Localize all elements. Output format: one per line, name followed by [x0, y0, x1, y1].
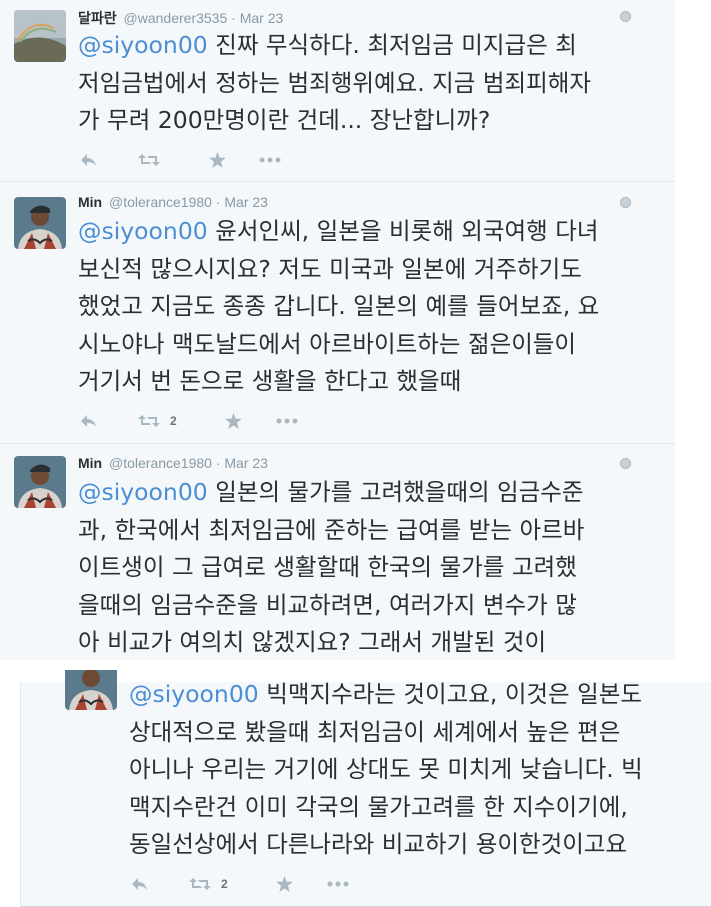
mention-link[interactable]: @siyoon00 — [78, 478, 208, 506]
reply-icon — [81, 154, 96, 166]
avatar[interactable] — [65, 670, 117, 710]
tweet-text-line: 과, 한국에서 최저임금에 준하는 급여를 받는 아르바 — [78, 515, 585, 544]
retweet-button[interactable]: 2 — [138, 414, 225, 428]
display-name[interactable]: Min — [78, 194, 102, 210]
tweet-actions — [80, 149, 281, 171]
tweet-text-line: 아니나 우리는 거기에 상대도 못 미치게 낮습니다. 빅 — [129, 755, 643, 783]
star-icon — [225, 413, 242, 429]
tweet-text-line: 을때의 임금수준을 비교하려면, 여러가지 변수가 많 — [78, 590, 577, 619]
favorite-button[interactable] — [225, 413, 276, 429]
tweet-text-line: 저임금법에서 정하는 범죄행위예요. 지금 범죄피해자 — [78, 68, 591, 97]
tweet-text: @siyoon00 윤서인씨, 일본을 비롯해 외국여행 다녀 보신적 많으시지… — [78, 213, 599, 401]
more-icon — [327, 881, 349, 887]
mention-link[interactable]: @siyoon00 — [78, 217, 208, 245]
globe-icon — [620, 197, 631, 208]
retweet-count: 2 — [170, 414, 177, 428]
tweet-text: @siyoon00 일본의 물가를 고려했을때의 임금수준 과, 한국에서 최저… — [78, 474, 584, 662]
tweet-text-line: 일본의 물가를 고려했을때의 임금수준 — [207, 478, 584, 506]
tweet-card[interactable]: @siyoon00 빅맥지수라는 것이고요, 이것은 일본도 상대적으로 봤을때… — [20, 670, 711, 907]
user-handle[interactable]: @tolerance1980 — [109, 194, 212, 210]
tweet-card[interactable]: Min @tolerance1980 · Mar 23 @siyoon00 윤서… — [0, 182, 675, 444]
retweet-icon — [189, 878, 211, 890]
tweet-header: 달파란 @wanderer3535 · Mar 23 — [78, 8, 283, 28]
retweet-button[interactable]: 2 — [189, 877, 276, 891]
avatar[interactable] — [14, 197, 66, 249]
tweet-text-line: 거기서 번 돈으로 생활을 한다고 했을때 — [78, 367, 462, 395]
tweet-header: Min @tolerance1980 · Mar 23 — [78, 194, 268, 210]
tweet-date[interactable]: · Mar 23 — [216, 194, 268, 210]
user-handle[interactable]: @wanderer3535 — [124, 10, 228, 26]
more-button[interactable] — [259, 157, 281, 163]
retweet-icon — [138, 415, 160, 427]
tweet-card[interactable]: Min @tolerance1980 · Mar 23 @siyoon00 일본… — [0, 444, 675, 660]
tweet-actions: 2 — [131, 873, 349, 895]
tweet-date[interactable]: · Mar 23 — [231, 10, 283, 26]
reply-button[interactable] — [131, 877, 189, 891]
globe-icon — [620, 11, 631, 22]
tweet-text-line: 윤서인씨, 일본을 비롯해 외국여행 다녀 — [207, 217, 599, 245]
favorite-button[interactable] — [209, 152, 259, 168]
tweet-actions: 2 — [80, 410, 298, 432]
reply-button[interactable] — [80, 414, 138, 428]
more-icon — [276, 418, 298, 424]
tweet-text-line: 했었고 지금도 종종 갑니다. 일본의 예를 들어보죠, 요 — [78, 292, 600, 320]
tweet-text-line: 가 무려 200만명이란 건데... 장난합니까? — [78, 106, 491, 134]
favorite-button[interactable] — [276, 876, 327, 892]
mention-link[interactable]: @siyoon00 — [129, 680, 259, 708]
tweet-text-line: 동일선상에서 다른나라와 비교하기 용이한것이고요 — [129, 830, 628, 858]
retweet-count: 2 — [221, 877, 228, 891]
retweet-button[interactable] — [138, 153, 209, 167]
mention-link[interactable]: @siyoon00 — [78, 31, 208, 59]
avatar[interactable] — [14, 10, 66, 62]
tweet-card[interactable]: 달파란 @wanderer3535 · Mar 23 @siyoon00 진짜 … — [0, 0, 675, 182]
retweet-icon — [138, 154, 160, 166]
tweet-text-line: 시노야나 맥도날드에서 아르바이트하는 젊은이들이 — [78, 329, 577, 358]
tweet-text-line: 맥지수란건 이미 각국의 물가고려를 한 지수이기에, — [129, 792, 628, 821]
star-icon — [276, 876, 293, 892]
tweet-text-line: 보신적 많으시지요? 저도 미국과 일본에 거주하기도 — [78, 254, 582, 283]
tweet-text-line: 상대적으로 봤을때 최저임금이 세계에서 높은 편은 — [129, 717, 621, 746]
globe-icon — [620, 458, 631, 469]
tweet-text-line: 진짜 무식하다. 최저임금 미지급은 최 — [207, 31, 577, 59]
tweet-text: @siyoon00 빅맥지수라는 것이고요, 이것은 일본도 상대적으로 봤을때… — [129, 676, 643, 864]
tweet-header: Min @tolerance1980 · Mar 23 — [78, 455, 268, 471]
star-icon — [209, 152, 226, 168]
more-button[interactable] — [276, 418, 298, 424]
reply-button[interactable] — [80, 153, 138, 167]
reply-icon — [81, 415, 96, 427]
tweet-date[interactable]: · Mar 23 — [216, 455, 268, 471]
tweet-text-line: 이트생이 그 급여로 생활할때 한국의 물가를 고려했 — [78, 553, 577, 581]
tweet-text: @siyoon00 진짜 무식하다. 최저임금 미지급은 최 저임금법에서 정하… — [78, 27, 591, 140]
tweet-text-line: 빅맥지수라는 것이고요, 이것은 일본도 — [258, 680, 643, 708]
tweet-text-line: 아 비교가 여의치 않겠지요? 그래서 개발된 것이 — [78, 628, 547, 656]
display-name[interactable]: 달파란 — [78, 10, 117, 26]
more-icon — [259, 157, 281, 163]
avatar[interactable] — [14, 456, 66, 508]
reply-icon — [132, 878, 147, 890]
more-button[interactable] — [327, 881, 349, 887]
display-name[interactable]: Min — [78, 455, 102, 471]
user-handle[interactable]: @tolerance1980 — [109, 455, 212, 471]
